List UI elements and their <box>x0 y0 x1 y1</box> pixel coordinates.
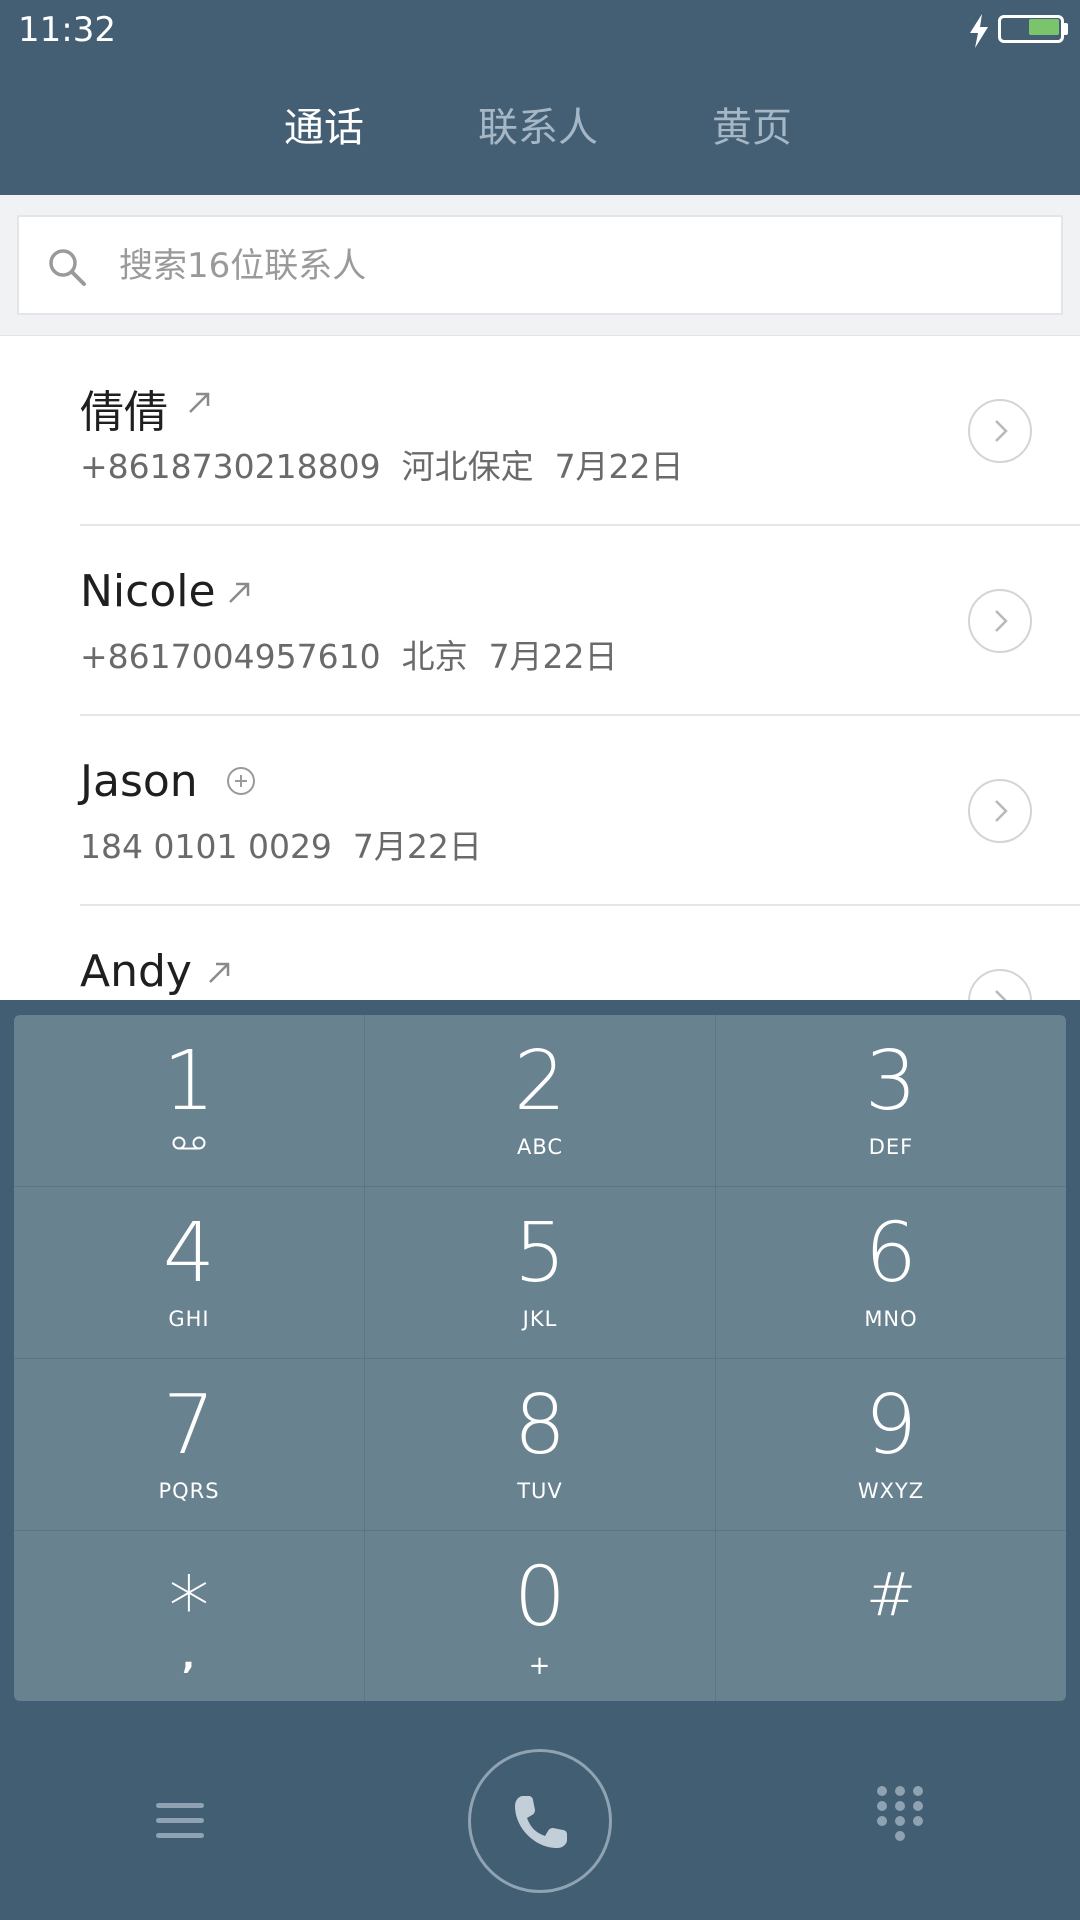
battery-nub <box>1064 23 1068 35</box>
call-button[interactable] <box>468 1749 612 1893</box>
call-detail-button[interactable] <box>968 589 1032 653</box>
status-time: 11:32 <box>18 10 116 50</box>
dialer-panel: 1 2 ABC 3 DEF 4 GHI 5 JKL 6 MNO 7 PQRS 8… <box>0 1000 1080 1920</box>
key-digit: 3 <box>864 1034 918 1129</box>
tab-bar: 通话 联系人 黄页 <box>0 95 1080 165</box>
key-3[interactable]: 3 DEF <box>716 1015 1066 1186</box>
key-1[interactable]: 1 <box>14 1015 364 1186</box>
key-5[interactable]: 5 JKL <box>365 1187 715 1358</box>
search-input[interactable] <box>119 239 1019 293</box>
charging-icon <box>970 14 988 48</box>
keypad-separator <box>14 1530 1066 1531</box>
call-location: 河北保定 <box>401 447 534 486</box>
status-bar: 11:32 <box>0 0 1080 60</box>
key-8[interactable]: 8 TUV <box>365 1359 715 1530</box>
outgoing-arrow-icon <box>229 582 250 603</box>
key-letters: + <box>528 1651 552 1681</box>
battery-level <box>1029 19 1059 35</box>
contact-name: Nicole <box>80 566 216 617</box>
key-6[interactable]: 6 MNO <box>716 1187 1066 1358</box>
call-date: 7月22日 <box>554 447 684 486</box>
phone-icon <box>515 1796 567 1848</box>
contact-name: 倩倩 <box>80 387 168 438</box>
key-9[interactable]: 9 WXYZ <box>716 1359 1066 1530</box>
key-hash[interactable]: # <box>716 1531 1066 1701</box>
call-log-row[interactable]: Nicole +8617004957610 北京 7月22日 <box>0 526 1080 716</box>
menu-icon[interactable] <box>150 1791 210 1851</box>
key-digit: 2 <box>513 1034 567 1129</box>
search-box[interactable] <box>17 215 1063 315</box>
key-0[interactable]: 0 + <box>365 1531 715 1701</box>
tab-calls[interactable]: 通话 <box>284 95 364 153</box>
call-log-row[interactable]: 倩倩 +8618730218809 河北保定 7月22日 <box>0 336 1080 526</box>
top-bar: 11:32 通话 联系人 黄页 <box>0 0 1080 195</box>
key-star[interactable]: * , <box>14 1531 364 1701</box>
key-letters: , <box>182 1637 196 1677</box>
tab-yellow-pages[interactable]: 黄页 <box>712 95 792 153</box>
key-digit: 9 <box>864 1378 918 1473</box>
key-digit: 5 <box>513 1206 567 1301</box>
key-4[interactable]: 4 GHI <box>14 1187 364 1358</box>
contact-name: Andy <box>80 946 192 997</box>
keypad: 1 2 ABC 3 DEF 4 GHI 5 JKL 6 MNO 7 PQRS 8… <box>14 1015 1066 1701</box>
key-digit: # <box>865 1560 917 1630</box>
key-7[interactable]: 7 PQRS <box>14 1359 364 1530</box>
tab-contacts[interactable]: 联系人 <box>478 95 598 153</box>
key-letters: MNO <box>864 1307 918 1331</box>
key-digit: 1 <box>162 1034 216 1129</box>
search-icon <box>49 249 86 286</box>
call-meta: +8617004957610 北京 7月22日 <box>80 630 618 678</box>
call-log-row[interactable]: Jason 184 0101 0029 7月22日 <box>0 716 1080 906</box>
voicemail-icon <box>172 1136 206 1150</box>
call-log-list: 倩倩 +8618730218809 河北保定 7月22日 Nicole +861… <box>0 336 1080 1000</box>
key-digit: 0 <box>513 1550 567 1645</box>
key-letters: ABC <box>516 1135 564 1159</box>
keypad-separator <box>14 1358 1066 1359</box>
dialer-bottom-bar <box>0 1701 1080 1920</box>
key-letters: WXYZ <box>857 1479 925 1503</box>
call-detail-button[interactable] <box>968 399 1032 463</box>
contact-name: Jason <box>80 756 198 807</box>
call-meta: +8618730218809 河北保定 7月22日 <box>80 440 684 488</box>
chevron-right-icon <box>995 610 1008 632</box>
key-letters: PQRS <box>158 1479 220 1503</box>
phone-number: +8618730218809 <box>80 447 381 486</box>
key-digit: 8 <box>513 1378 567 1473</box>
key-letters: JKL <box>522 1307 558 1331</box>
search-area <box>0 195 1080 336</box>
key-letters: TUV <box>517 1479 563 1503</box>
call-date: 7月22日 <box>352 827 482 866</box>
key-digit: 7 <box>162 1378 216 1473</box>
outgoing-arrow-icon <box>209 962 230 983</box>
outgoing-arrow-icon <box>189 392 210 413</box>
chevron-right-icon <box>995 800 1008 822</box>
phone-number: 184 0101 0029 <box>80 827 332 866</box>
chevron-right-icon <box>995 420 1008 442</box>
call-location: 北京 <box>401 637 468 676</box>
key-digit: 4 <box>162 1206 216 1301</box>
add-contact-icon[interactable] <box>226 766 256 796</box>
key-digit: 6 <box>864 1206 918 1301</box>
keypad-separator <box>14 1186 1066 1187</box>
key-letters: DEF <box>868 1135 914 1159</box>
call-date: 7月22日 <box>488 637 618 676</box>
key-letters: GHI <box>168 1307 210 1331</box>
phone-number: +8617004957610 <box>80 637 381 676</box>
call-detail-button[interactable] <box>968 779 1032 843</box>
call-meta: 184 0101 0029 7月22日 <box>80 820 482 868</box>
dialpad-icon[interactable] <box>870 1781 930 1845</box>
chevron-right-icon <box>995 990 1007 1000</box>
call-detail-button[interactable] <box>968 969 1032 1000</box>
key-2[interactable]: 2 ABC <box>365 1015 715 1186</box>
call-log-row[interactable]: Andy <box>0 906 1080 1000</box>
